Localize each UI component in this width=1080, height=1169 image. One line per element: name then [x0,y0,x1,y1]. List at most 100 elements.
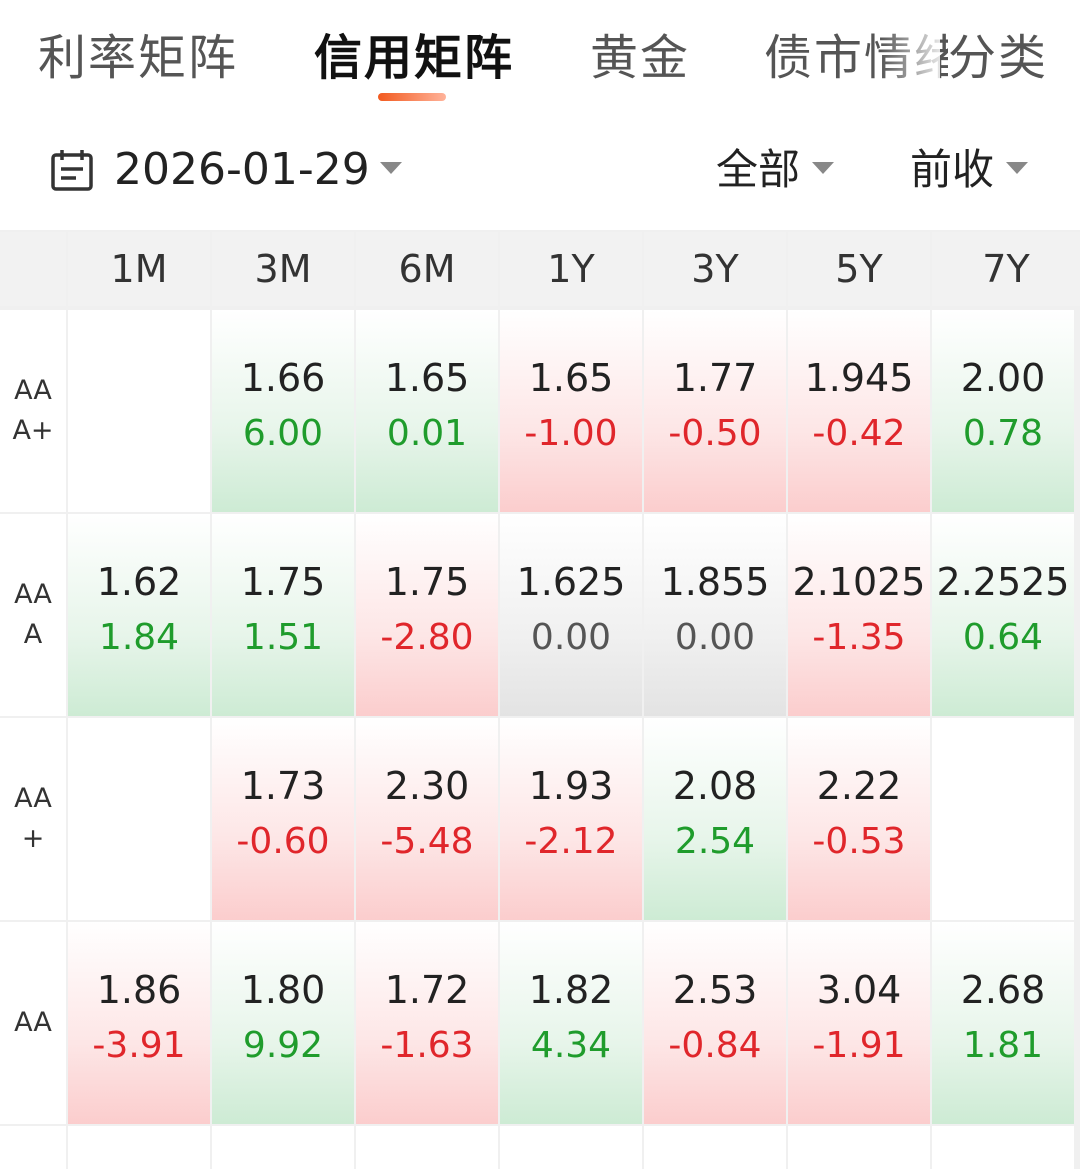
row-label-text: AAA [14,579,52,650]
cell-yield: 2.2525 [936,560,1070,604]
cell-yield: 2.53 [672,968,758,1012]
tab-rate-matrix[interactable]: 利率矩阵 [38,28,238,88]
matrix-cell[interactable]: 1.75 1.51 [212,514,354,716]
matrix-cell-empty [68,310,210,512]
matrix-cell-partial [356,1126,498,1169]
cell-yield: 1.75 [384,560,470,604]
column-header: 3M [212,232,354,306]
matrix-cell-partial [212,1126,354,1169]
cell-yield: 2.1025 [792,560,926,604]
cell-change: 9.92 [242,1025,324,1066]
matrix-cell[interactable]: 1.75 -2.80 [356,514,498,716]
matrix-cell[interactable]: 1.625 0.00 [500,514,642,716]
matrix-cell[interactable]: 2.00 0.78 [932,310,1074,512]
filter-bar: 2026-01-29 全部 前收 [0,110,1080,228]
matrix-cell-empty [932,718,1074,920]
basis-selector[interactable]: 前收 [910,140,994,200]
cell-yield: 1.65 [384,356,470,400]
matrix-cell[interactable]: 2.22 -0.53 [788,718,930,920]
cell-yield: 1.82 [528,968,614,1012]
cell-change: -2.80 [380,617,474,658]
matrix-cell-partial [644,1126,786,1169]
cell-change: 1.81 [962,1025,1044,1066]
cell-yield: 1.77 [672,356,758,400]
matrix-cell-empty [68,718,210,920]
tab-overflow-fade [880,20,940,100]
column-header: 3Y [644,232,786,306]
cell-yield: 3.04 [816,968,902,1012]
row-label-partial [0,1126,66,1169]
cell-yield: 1.625 [516,560,626,604]
column-header: 7Y [932,232,1080,306]
tab-gold[interactable]: 黄金 [590,28,690,88]
scope-selector[interactable]: 全部 [716,140,800,200]
cell-change: 0.64 [962,617,1044,658]
matrix-cell[interactable]: 2.2525 0.64 [932,514,1074,716]
column-header: 1Y [500,232,642,306]
cell-change: -1.00 [524,413,618,454]
matrix-cell[interactable]: 1.945 -0.42 [788,310,930,512]
matrix-cell[interactable]: 2.30 -5.48 [356,718,498,920]
cell-change: 1.51 [242,617,324,658]
column-header: 5Y [788,232,930,306]
row-label-text: AA+ [14,783,52,854]
cell-change: -5.48 [380,821,474,862]
matrix-cell[interactable]: 3.04 -1.91 [788,922,930,1124]
row-label-text: AA [14,1007,52,1038]
matrix-cell-partial [788,1126,930,1169]
cell-change: -1.91 [812,1025,906,1066]
matrix-cell-partial [932,1126,1074,1169]
date-dropdown-caret-icon[interactable] [380,162,402,174]
cell-change: 4.34 [530,1025,612,1066]
matrix-cell[interactable]: 1.62 1.84 [68,514,210,716]
basis-dropdown-caret-icon[interactable] [1006,162,1028,174]
cell-yield: 2.08 [672,764,758,808]
cell-yield: 1.65 [528,356,614,400]
column-header: 6M [356,232,498,306]
matrix-cell[interactable]: 1.86 -3.91 [68,922,210,1124]
matrix-cell[interactable]: 1.73 -0.60 [212,718,354,920]
tab-category[interactable]: 分类 [948,28,1049,88]
row-label-text: AAA+ [12,375,54,446]
cell-change: 2.54 [674,821,756,862]
row-label: AAA [0,514,66,716]
cell-change: -0.42 [812,413,906,454]
matrix-cell[interactable]: 1.66 6.00 [212,310,354,512]
matrix-cell[interactable]: 1.93 -2.12 [500,718,642,920]
matrix-cell[interactable]: 1.77 -0.50 [644,310,786,512]
matrix-cell[interactable]: 1.72 -1.63 [356,922,498,1124]
matrix-cell[interactable]: 2.68 1.81 [932,922,1074,1124]
matrix-cell[interactable]: 1.80 9.92 [212,922,354,1124]
cell-yield: 1.945 [804,356,914,400]
cell-change: 0.00 [674,617,756,658]
scope-dropdown-caret-icon[interactable] [812,162,834,174]
tab-credit-matrix[interactable]: 信用矩阵 [314,28,514,88]
matrix-cell[interactable]: 1.65 -1.00 [500,310,642,512]
cell-yield: 1.62 [96,560,182,604]
matrix-cell[interactable]: 1.65 0.01 [356,310,498,512]
cell-change: -0.60 [236,821,330,862]
cell-change: 0.01 [386,413,468,454]
cell-change: 6.00 [242,413,324,454]
credit-matrix-grid: 1M 3M 6M 1Y 3Y 5Y 7Y AAA+ 1.66 6.00 1.65 0.01 1.65 -1… [0,230,1080,1169]
cell-yield: 2.22 [816,764,902,808]
date-selector[interactable]: 2026-01-29 [114,140,370,200]
cell-change: -3.91 [92,1025,186,1066]
row-label: AA+ [0,718,66,920]
column-header: 1M [68,232,210,306]
matrix-cell[interactable]: 1.855 0.00 [644,514,786,716]
matrix-cell[interactable]: 2.1025 -1.35 [788,514,930,716]
header-corner [0,232,66,306]
matrix-cell[interactable]: 2.08 2.54 [644,718,786,920]
cell-yield: 1.75 [240,560,326,604]
matrix-cell[interactable]: 1.82 4.34 [500,922,642,1124]
cell-change: 1.84 [98,617,180,658]
cell-change: -1.63 [380,1025,474,1066]
cell-yield: 1.86 [96,968,182,1012]
cell-yield: 2.00 [960,356,1046,400]
matrix-cell[interactable]: 2.53 -0.84 [644,922,786,1124]
cell-yield: 1.73 [240,764,326,808]
cell-change: 0.78 [962,413,1044,454]
calendar-icon[interactable] [50,148,94,192]
cell-yield: 1.66 [240,356,326,400]
